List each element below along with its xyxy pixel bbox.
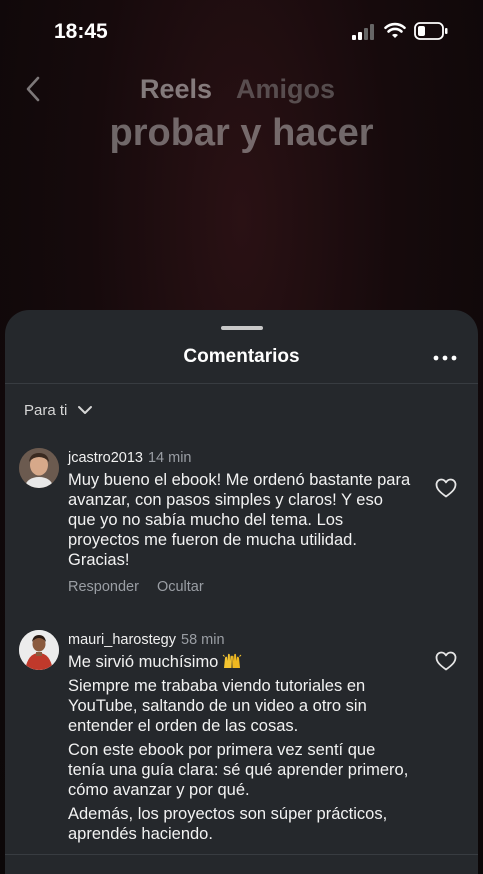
comment-paragraph: Me sirvió muchísimo <box>68 652 413 672</box>
reels-header: Reels Amigos probar y hacer <box>0 64 483 304</box>
sort-dropdown[interactable]: Para ti <box>24 400 93 420</box>
comment-body: mauri_harostegy 58 min Me sirvió muchísim… <box>68 630 413 844</box>
hide-button[interactable]: Ocultar <box>157 579 204 595</box>
comment-paragraph: Con este ebook por primera vez sentí que… <box>68 741 409 799</box>
status-bar: 18:45 <box>0 0 483 64</box>
sort-label: Para ti <box>24 401 68 419</box>
back-icon[interactable] <box>24 76 42 102</box>
status-time: 18:45 <box>54 20 108 43</box>
reel-caption: probar y hacer <box>109 112 374 154</box>
comment-paragraph: Siempre me trababa viendo tutoriales en … <box>68 677 367 735</box>
avatar[interactable] <box>19 630 59 670</box>
signal-icon <box>352 24 374 40</box>
comment-body: jcastro2013 14 min Muy bueno el ebook! Me… <box>68 448 413 595</box>
wifi-icon <box>384 22 406 38</box>
raised-hands-emoji <box>223 653 242 668</box>
heart-icon[interactable] <box>435 651 457 671</box>
more-icon[interactable] <box>433 354 457 362</box>
sheet-title: Comentarios <box>183 346 300 367</box>
battery-icon <box>414 22 448 40</box>
comment-text: Muy bueno el ebook! Me ordenó bastante p… <box>68 470 413 570</box>
divider <box>5 854 478 855</box>
tab-reels[interactable]: Reels <box>140 74 212 105</box>
comments-sheet: Comentarios Para ti jcastro201314 min M <box>5 310 478 874</box>
comment-text: Me sirvió muchísimo Siempre me trababa v… <box>68 652 413 844</box>
divider <box>5 383 478 384</box>
avatar[interactable] <box>19 448 59 488</box>
comment-paragraph: Muy bueno el ebook! Me ordenó bastante p… <box>68 471 411 569</box>
username[interactable]: mauri_harostegy <box>68 632 176 648</box>
comment-paragraph-text: Me sirvió muchísimo <box>68 653 219 671</box>
reply-button[interactable]: Responder <box>68 579 139 595</box>
heart-icon[interactable] <box>435 478 457 498</box>
comment-time: 14 min <box>147 450 192 466</box>
comment-time: 58 min <box>181 632 225 648</box>
chevron-down-icon <box>78 406 93 414</box>
tab-amigos[interactable]: Amigos <box>236 74 335 105</box>
drag-handle[interactable] <box>221 326 263 330</box>
username[interactable]: jcastro2013 <box>68 450 143 466</box>
comment-paragraph: Además, los proyectos son súper práctico… <box>68 805 388 843</box>
